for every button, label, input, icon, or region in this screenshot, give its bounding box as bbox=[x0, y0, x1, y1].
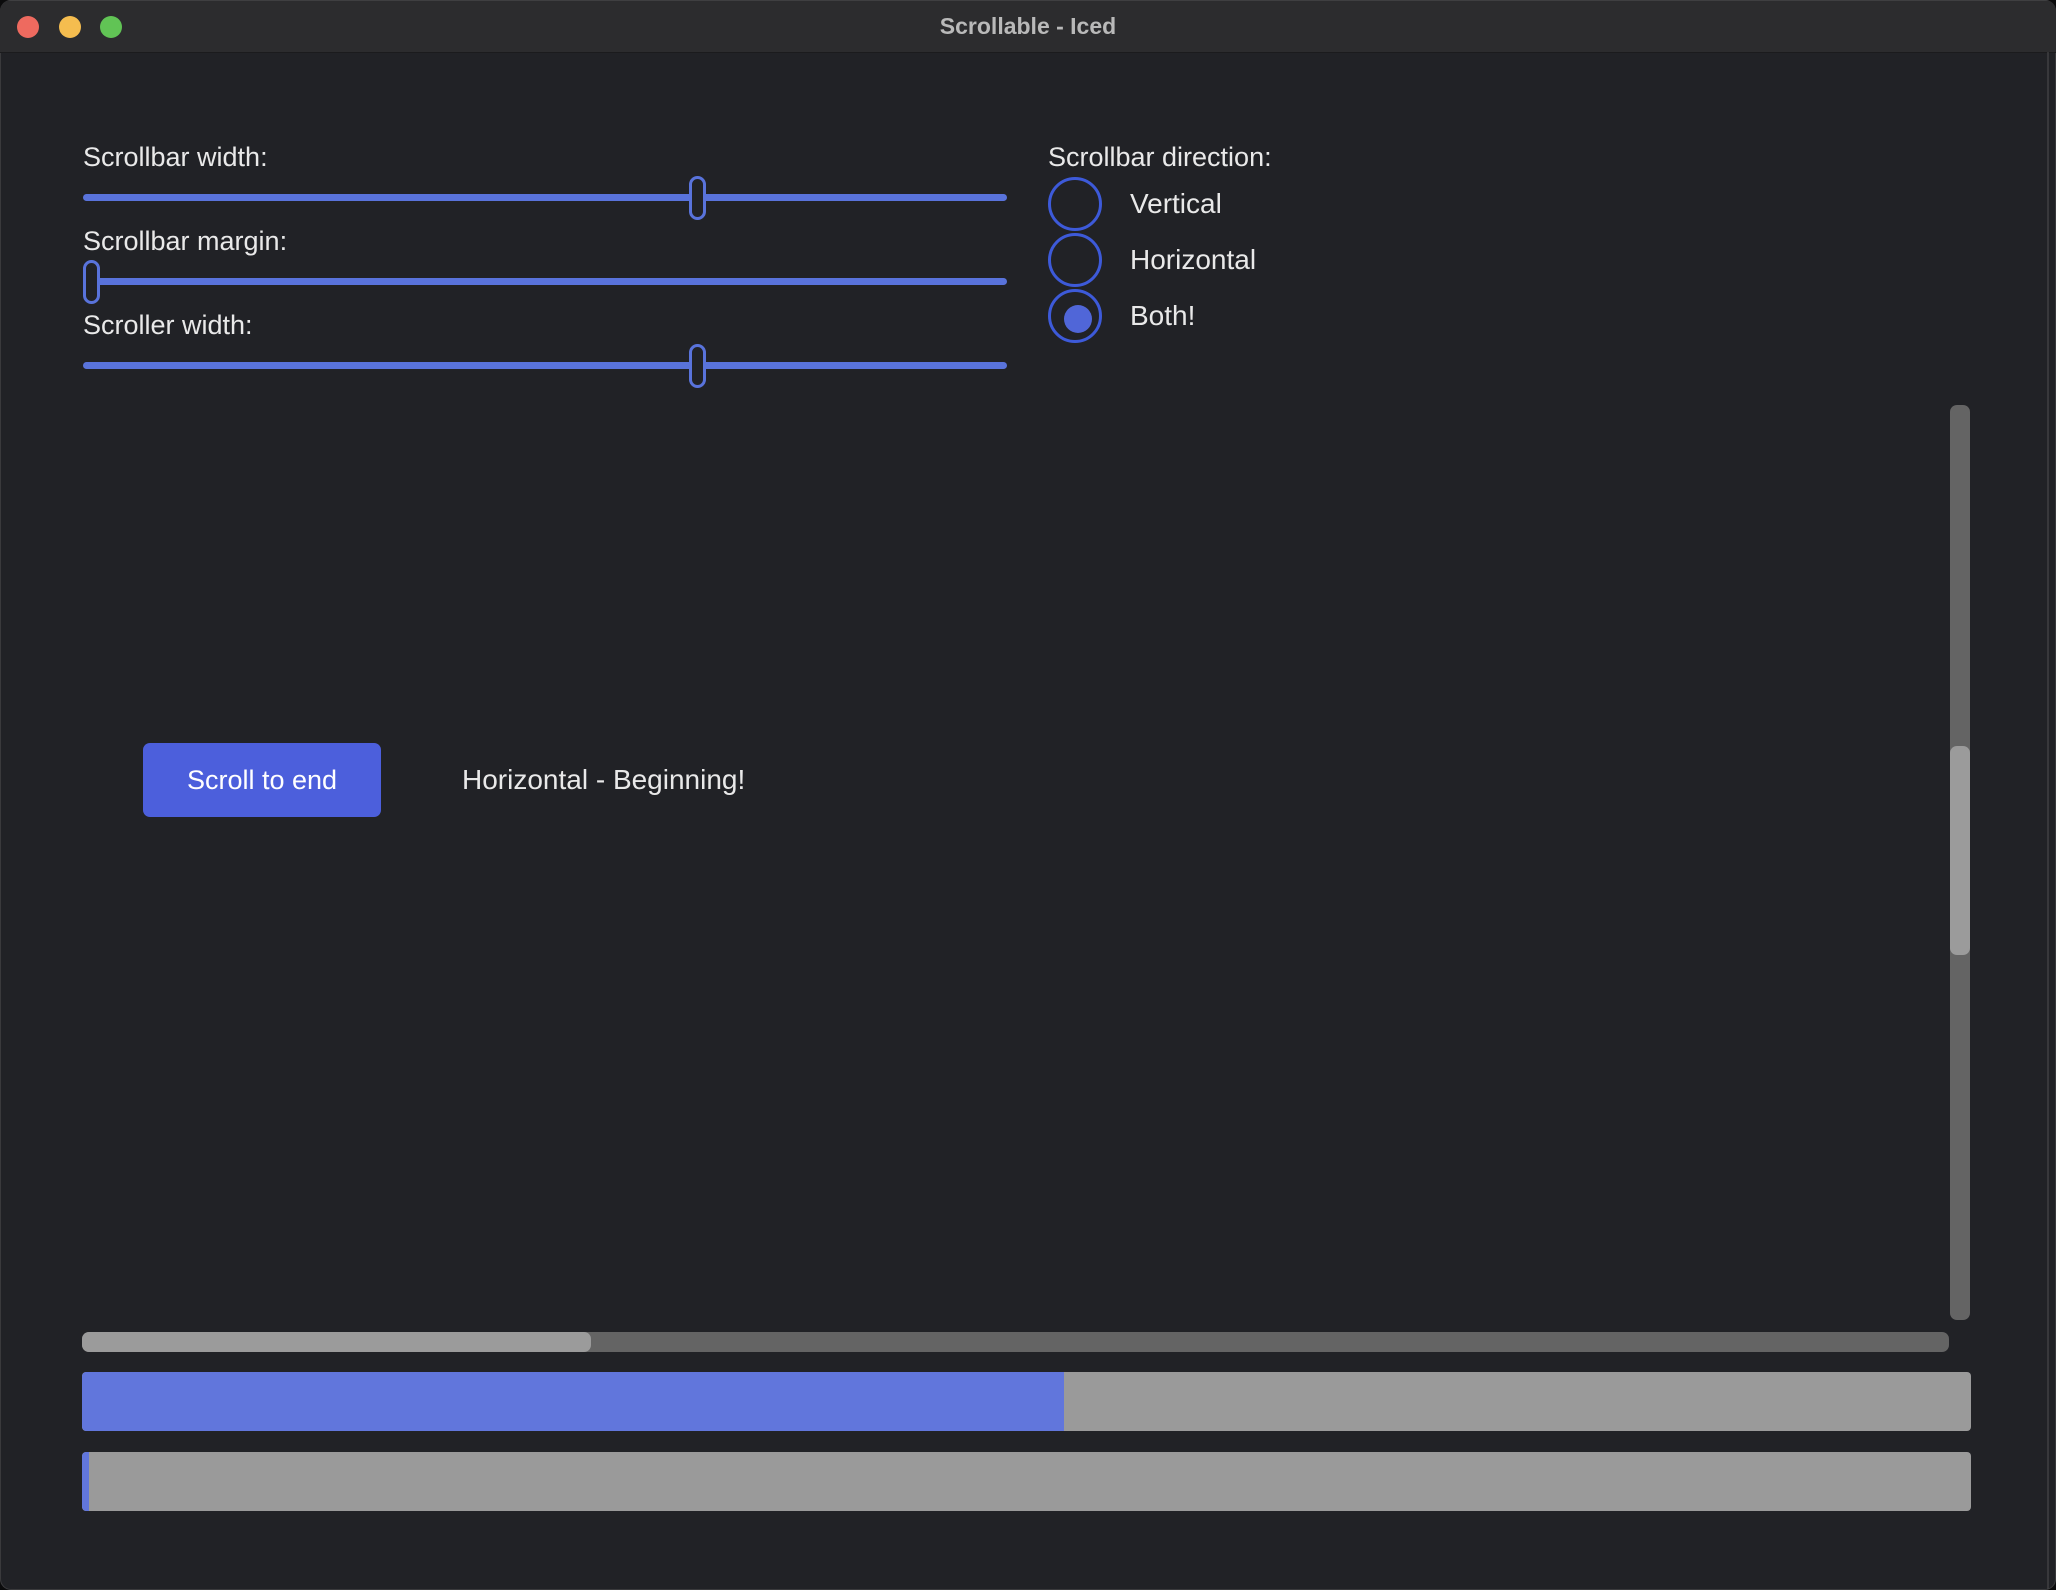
vertical-scrollbar-track[interactable] bbox=[1950, 405, 1970, 1320]
slider-track[interactable] bbox=[83, 194, 1007, 201]
scrollbar-margin-label: Scrollbar margin: bbox=[83, 225, 287, 257]
slider-track[interactable] bbox=[83, 278, 1007, 285]
horizontal-scrollbar-thumb[interactable] bbox=[82, 1332, 591, 1352]
scrollbar-width-slider[interactable] bbox=[83, 176, 1007, 220]
title-bar: Scrollable - Iced bbox=[0, 0, 2056, 53]
slider-handle[interactable] bbox=[689, 176, 706, 220]
progress-fill bbox=[82, 1452, 89, 1511]
vertical-progress-bar bbox=[82, 1452, 1971, 1511]
window-title: Scrollable - Iced bbox=[0, 0, 2056, 52]
horizontal-scrollbar-track[interactable] bbox=[82, 1332, 1949, 1352]
scrollbar-margin-slider[interactable] bbox=[83, 260, 1007, 304]
scroller-width-label: Scroller width: bbox=[83, 309, 253, 341]
window-right-edge bbox=[2047, 52, 2049, 1590]
vertical-scrollbar-thumb[interactable] bbox=[1950, 746, 1970, 955]
slider-handle[interactable] bbox=[689, 344, 706, 388]
radio-vertical-label: Vertical bbox=[1130, 188, 1222, 220]
app-window: Scrollable - Iced Scrollbar width: Scrol… bbox=[0, 0, 2056, 1590]
radio-circle[interactable] bbox=[1048, 233, 1102, 287]
horizontal-progress-bar bbox=[82, 1372, 1971, 1431]
radio-both-label: Both! bbox=[1130, 300, 1195, 332]
scroll-to-end-button[interactable]: Scroll to end bbox=[143, 743, 381, 817]
radio-circle[interactable] bbox=[1048, 289, 1102, 343]
scroller-width-slider[interactable] bbox=[83, 344, 1007, 388]
scrollbar-width-label: Scrollbar width: bbox=[83, 141, 268, 173]
slider-handle[interactable] bbox=[83, 260, 100, 304]
radio-circle[interactable] bbox=[1048, 177, 1102, 231]
scroll-status-text: Horizontal - Beginning! bbox=[462, 764, 745, 796]
radio-selected-dot bbox=[1064, 305, 1092, 333]
scrollbar-direction-label: Scrollbar direction: bbox=[1048, 141, 1272, 173]
slider-track[interactable] bbox=[83, 362, 1007, 369]
radio-horizontal-label: Horizontal bbox=[1130, 244, 1256, 276]
progress-fill bbox=[82, 1372, 1064, 1431]
